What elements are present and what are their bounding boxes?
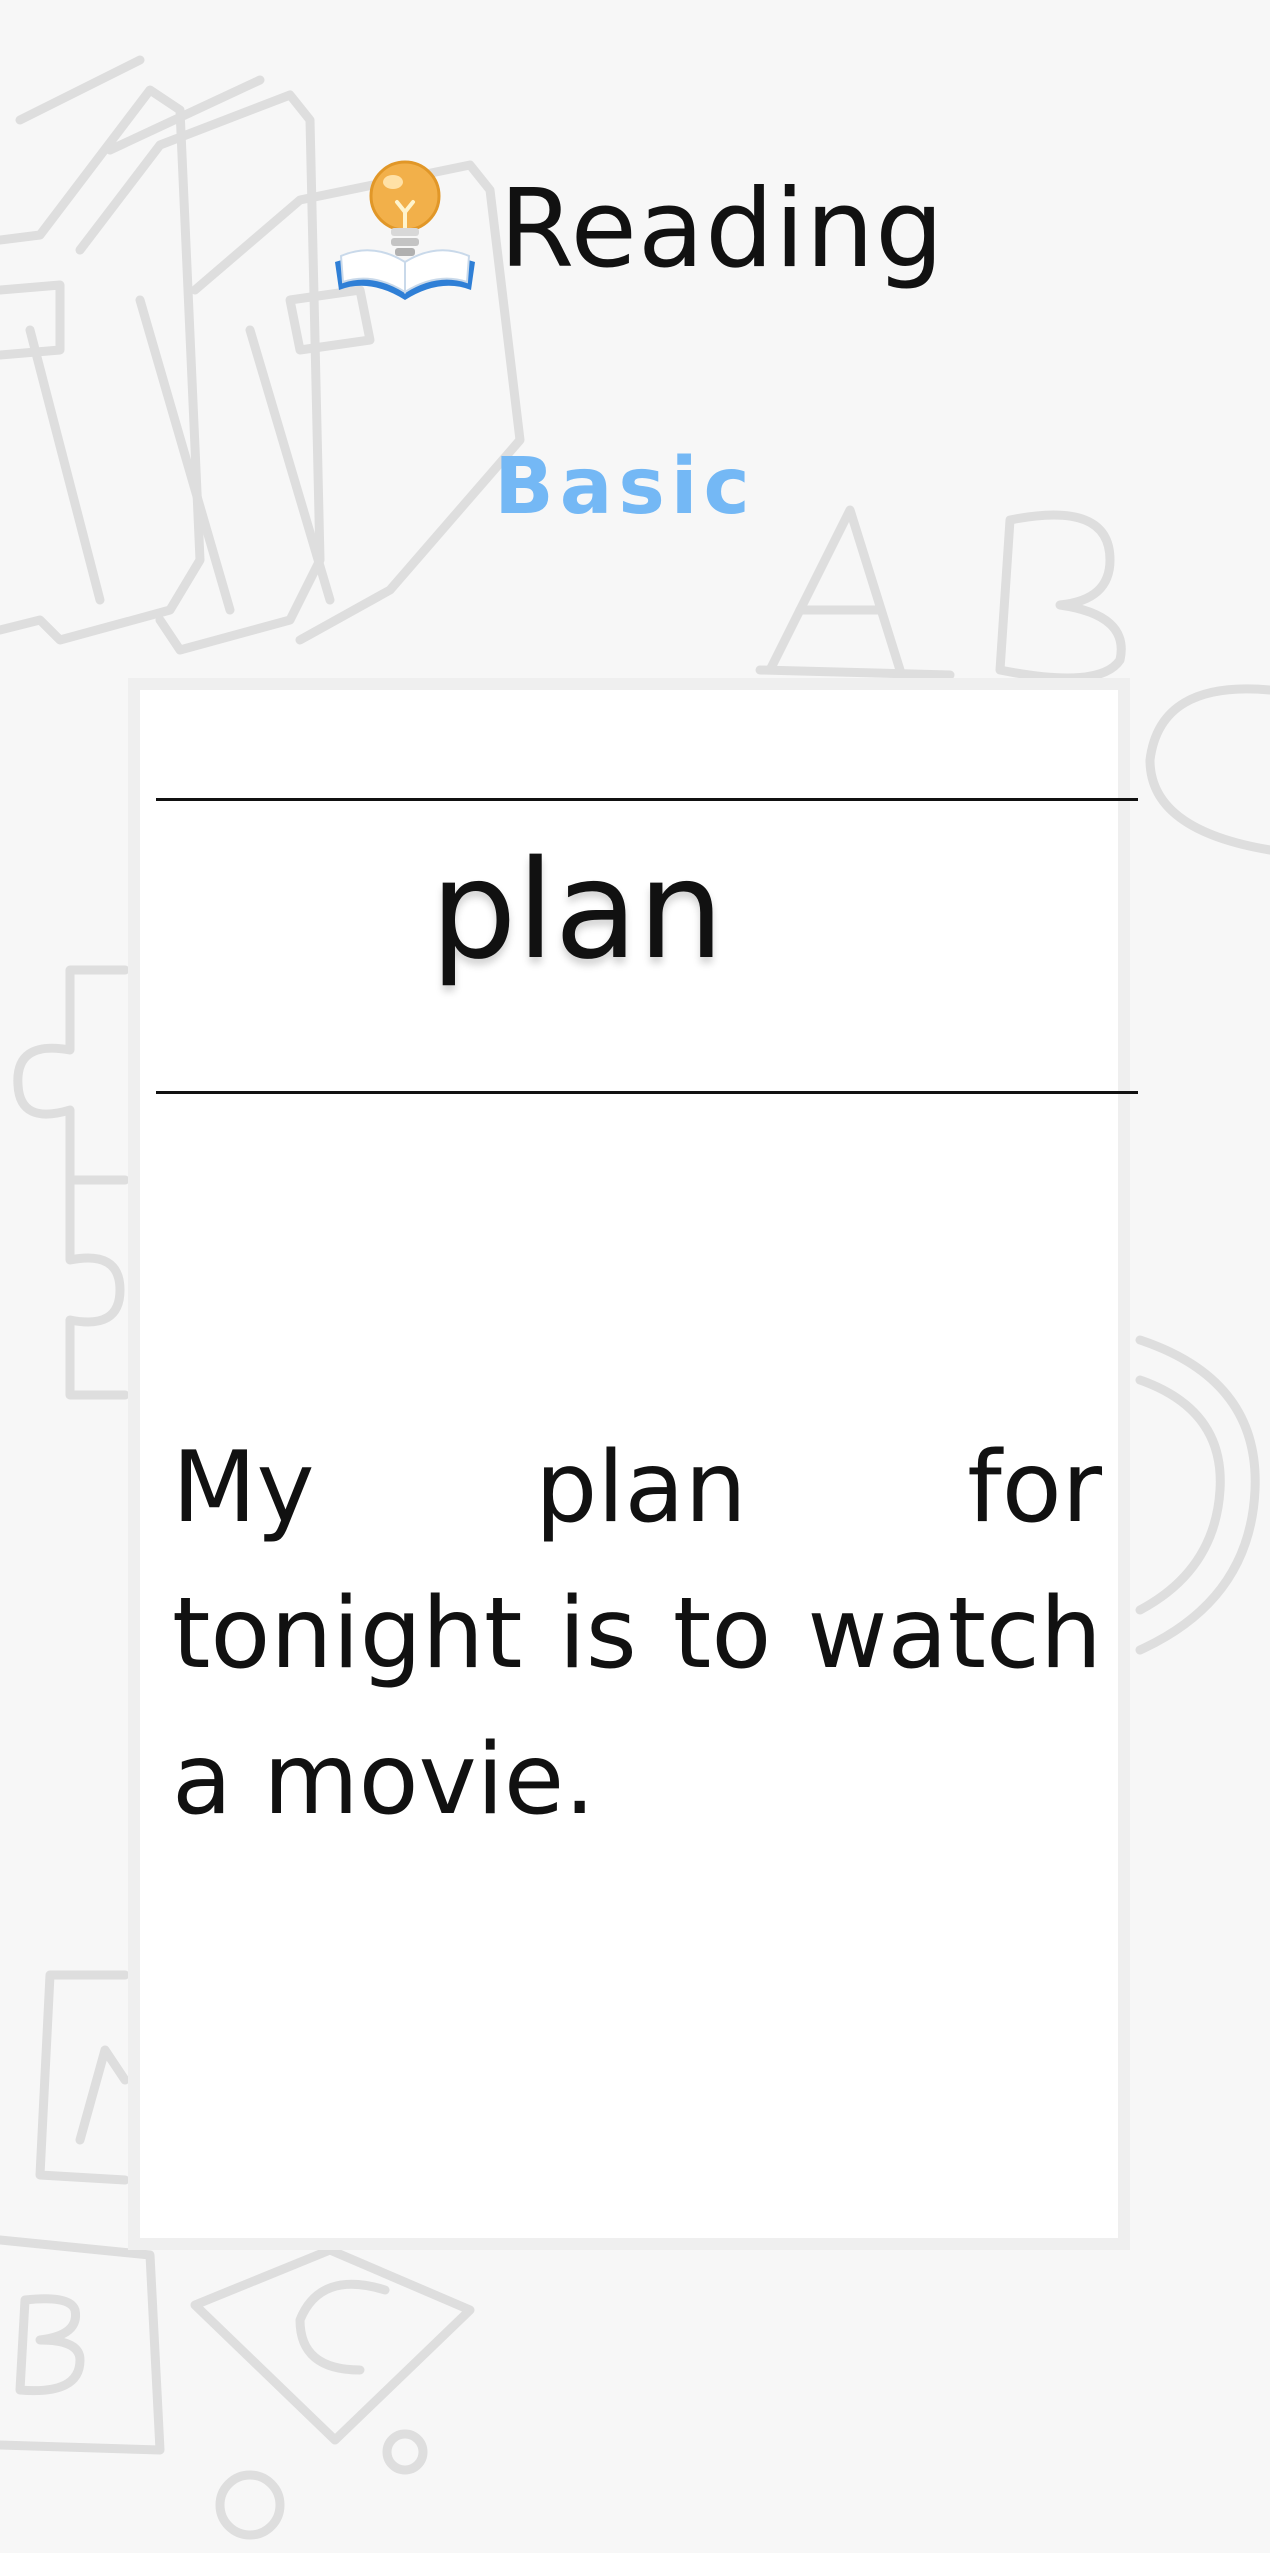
- book-lightbulb-icon: [335, 160, 476, 300]
- example-sentence: My plan for tonight is to watch a movie.: [172, 1431, 1102, 1837]
- flashcard: plan My plan for tonight is to watch a m…: [128, 678, 1138, 2250]
- level-label: Basic: [494, 442, 756, 532]
- letter-s-doodle: [1145, 684, 1270, 855]
- word-band: plan: [156, 798, 1138, 1094]
- puzzle-doodle: [13, 965, 130, 1400]
- page-header: Reading: [0, 140, 1270, 320]
- letter-b-doodle: [995, 510, 1126, 683]
- ring-doodle: [1135, 1335, 1260, 1655]
- app-title: Reading: [499, 167, 945, 292]
- vocab-word: plan: [430, 832, 724, 990]
- letter-a-doodle: [755, 505, 955, 680]
